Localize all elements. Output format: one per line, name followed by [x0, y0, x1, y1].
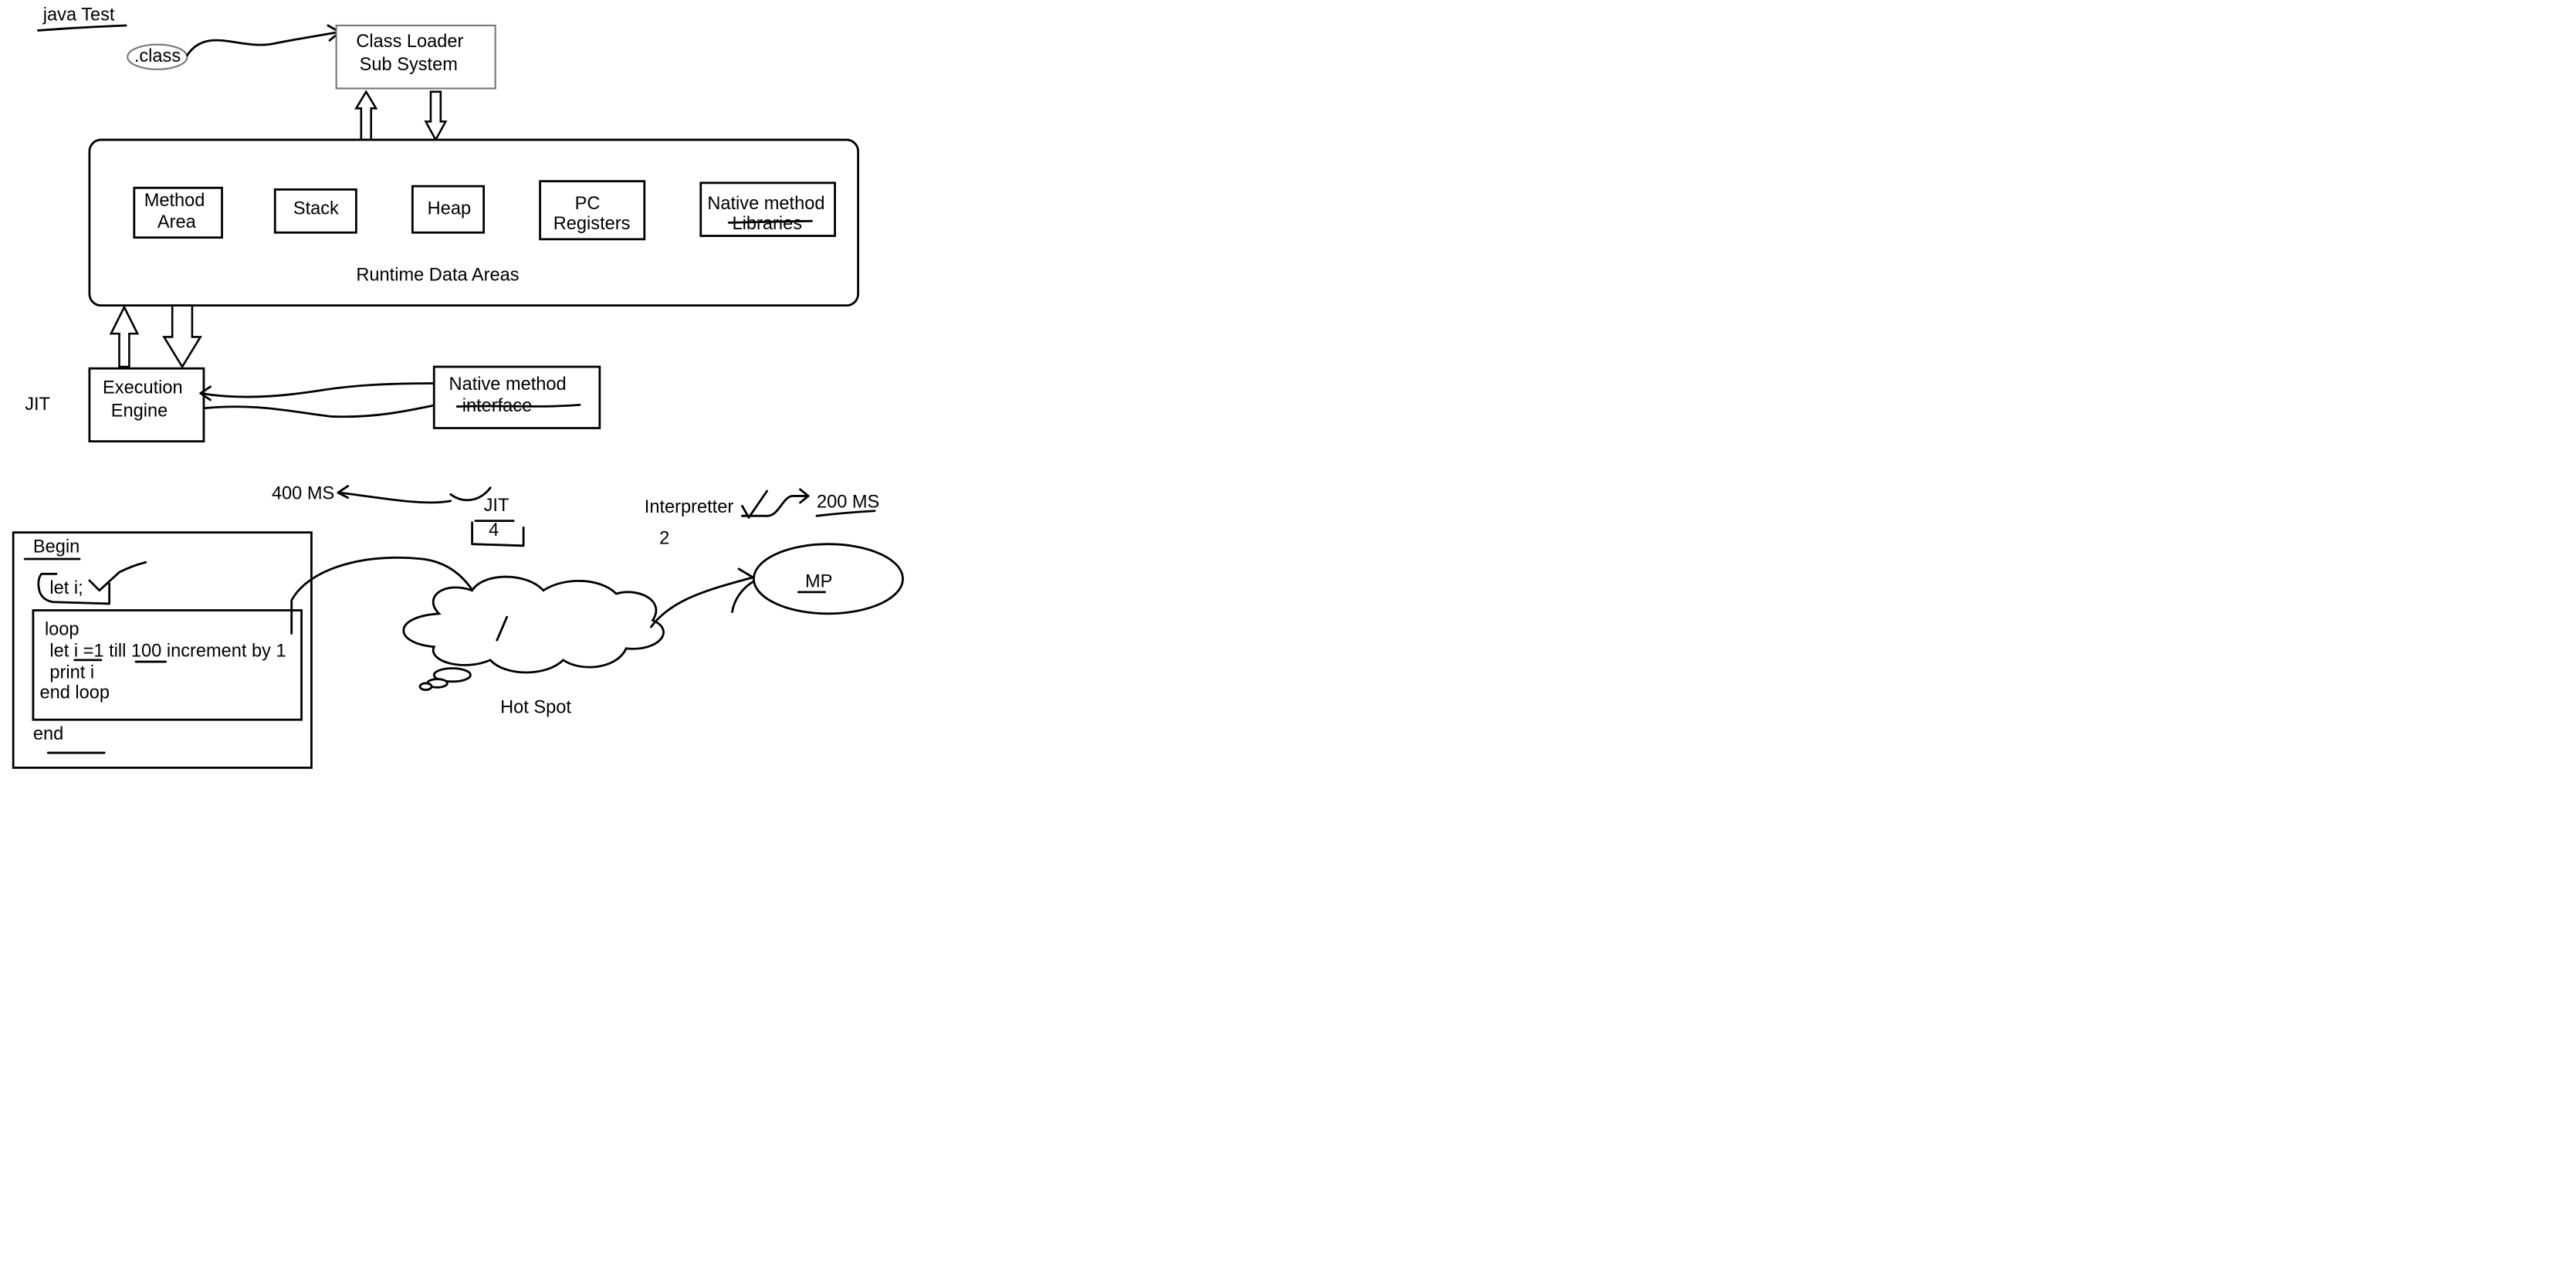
interpreter-label: Interpretter	[645, 497, 734, 517]
jit-label: JIT	[484, 496, 509, 516]
code-end: end	[33, 724, 63, 744]
class-loader-line1: Class Loader	[356, 32, 463, 52]
runtime-to-engine-arrow	[162, 304, 202, 369]
engine-to-interface-arrow	[202, 395, 445, 418]
title-underline	[36, 24, 127, 32]
jit-count: 4	[489, 520, 499, 540]
diagram-title: java Test	[42, 5, 115, 25]
stack-label: Stack	[293, 199, 339, 219]
code-print-line: print i	[49, 663, 94, 683]
jit-side-label: JIT	[25, 395, 50, 415]
interpreter-count: 2	[659, 529, 669, 549]
jvm-architecture-diagram: java Test .class Class Loader Sub System…	[12, 5, 904, 769]
pc-registers-line1: PC	[575, 194, 601, 214]
hotspot-to-mp-line	[649, 567, 757, 628]
code-begin: Begin	[33, 537, 80, 557]
code-let-i: let i;	[49, 578, 83, 598]
code-loop: loop	[45, 620, 80, 640]
mp-label: MP	[805, 571, 832, 591]
class-loader-line2: Sub System	[360, 55, 458, 75]
execution-engine-line2: Engine	[111, 401, 168, 421]
loader-to-runtime-arrow	[424, 90, 448, 142]
pc-registers-line2: Registers	[553, 214, 631, 234]
runtime-to-loader-arrow	[354, 90, 378, 141]
cloud-bubble-small	[418, 682, 433, 691]
code-end-loop: end loop	[40, 683, 110, 703]
interpreter-time-label: 200 MS	[817, 492, 879, 512]
method-area-line2: Area	[157, 212, 197, 232]
class-to-loader-arrow	[186, 24, 341, 57]
native-interface-line1: Native method	[449, 374, 567, 395]
code-let-line: let i =1 till 100 increment by 1	[49, 642, 286, 662]
runtime-data-areas-label: Runtime Data Areas	[356, 265, 519, 285]
jit-time-label: 400 MS	[272, 484, 334, 504]
hot-spot-label: Hot Spot	[500, 698, 571, 718]
class-file-label: .class	[134, 46, 181, 66]
execution-engine-line1: Execution	[103, 378, 183, 398]
heap-label: Heap	[428, 199, 471, 219]
hot-spot-cloud	[402, 575, 665, 674]
engine-to-runtime-arrow	[109, 304, 140, 368]
native-libraries-line1: Native method	[707, 194, 824, 214]
jit-time-arrow	[337, 485, 492, 504]
method-area-line1: Method	[144, 191, 205, 211]
native-libraries-line2: Libraries	[733, 214, 802, 234]
interface-to-engine-arrow	[199, 382, 435, 401]
interpreter-tick	[741, 488, 810, 519]
